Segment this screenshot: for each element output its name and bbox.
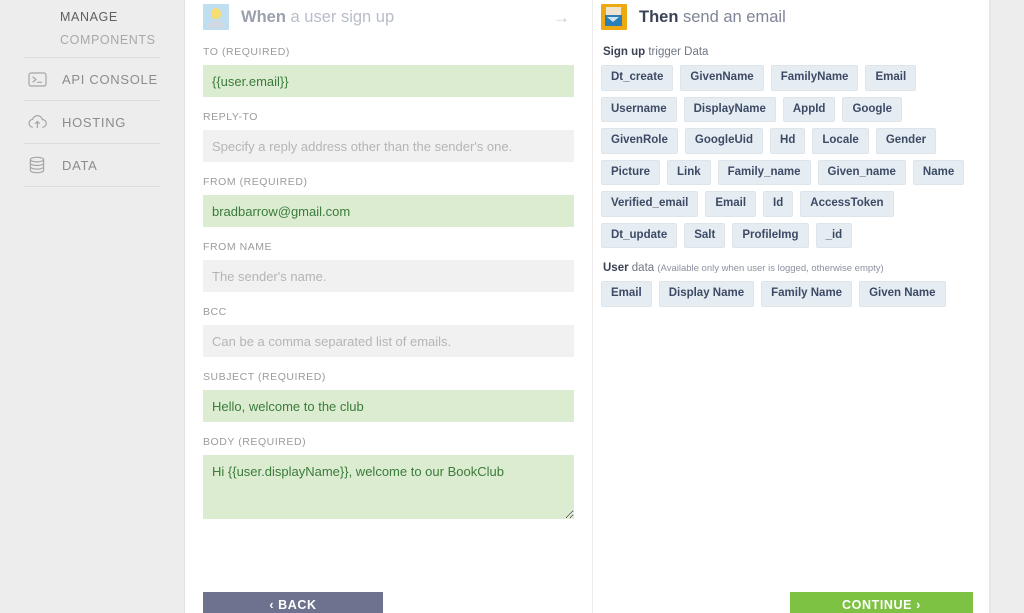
field-label: REPLY-TO <box>203 111 258 123</box>
data-tag[interactable]: _id <box>815 222 853 248</box>
database-icon <box>24 152 50 178</box>
body-field[interactable] <box>203 455 574 519</box>
sidebar-item-hosting[interactable]: HOSTING <box>0 101 184 143</box>
terminal-icon <box>24 66 50 92</box>
trigger-panel-header: When a user sign up → <box>203 0 574 32</box>
data-tokens-column: Then send an email Sign up trigger Data … <box>592 0 989 613</box>
cloud-upload-icon <box>24 109 50 135</box>
data-tag[interactable]: Family_name <box>717 159 811 185</box>
data-tag[interactable]: Locale <box>812 128 869 154</box>
user-data-tag-list: Email Display Name Family Name Given Nam… <box>601 281 975 307</box>
data-tag[interactable]: ProfileImg <box>732 222 809 248</box>
data-tag[interactable]: DisplayName <box>683 96 776 122</box>
bcc-field[interactable] <box>203 325 574 357</box>
page-background-gutter <box>990 0 1024 613</box>
data-tag[interactable]: Link <box>667 159 711 185</box>
continue-button[interactable]: CONTINUE › <box>790 592 973 613</box>
user-data-caption-bold: User <box>603 262 629 274</box>
user-data-tag[interactable]: Email <box>601 281 652 307</box>
sidebar-item-data[interactable]: DATA <box>0 144 184 186</box>
data-tag[interactable]: Email <box>705 191 757 217</box>
user-data-tag[interactable]: Given Name <box>859 281 946 307</box>
action-text: send an email <box>678 7 786 26</box>
trigger-panel-title: When a user sign up <box>241 8 394 27</box>
trigger-data-caption-bold: Sign up <box>603 46 646 58</box>
field-label: SUBJECT (REQUIRED) <box>203 371 326 383</box>
sidebar-item-label: HOSTING <box>62 114 127 130</box>
data-tag[interactable]: Name <box>912 159 965 185</box>
sidebar-item-api-console[interactable]: API CONSOLE <box>0 58 184 100</box>
field-label: FROM NAME <box>203 241 273 253</box>
subject-field[interactable] <box>203 390 574 422</box>
workflow-card: When a user sign up → TO (REQUIRED) REPL… <box>185 0 990 613</box>
data-tag[interactable]: Given_name <box>817 159 906 185</box>
trigger-prefix: When <box>241 7 286 26</box>
data-tag[interactable]: GoogleUid <box>684 128 764 154</box>
trigger-text: a user sign up <box>285 7 395 26</box>
trigger-data-caption: Sign up trigger Data <box>603 46 975 58</box>
sidebar-subheading-components[interactable]: COMPONENTS <box>0 28 184 57</box>
user-data-caption-rest: data <box>628 262 658 274</box>
reply-to-field[interactable] <box>203 130 574 162</box>
data-tag[interactable]: AccessToken <box>800 191 894 217</box>
data-tag[interactable]: Hd <box>770 128 806 154</box>
field-from-name: FROM NAME <box>203 241 574 292</box>
data-tag[interactable]: Dt_create <box>601 65 674 91</box>
from-field[interactable] <box>203 195 574 227</box>
field-label: TO (REQUIRED) <box>203 46 290 58</box>
action-prefix: Then <box>639 7 679 26</box>
field-to: TO (REQUIRED) <box>203 46 574 97</box>
user-data-tag[interactable]: Family Name <box>761 281 853 307</box>
back-button[interactable]: ‹ BACK <box>203 592 383 613</box>
field-body: BODY (REQUIRED) <box>203 436 574 524</box>
trigger-data-tag-list: Dt_create GivenName FamilyName Email Use… <box>601 65 975 248</box>
user-data-caption-note: (Available only when user is logged, oth… <box>657 263 884 274</box>
data-tag[interactable]: Gender <box>875 128 937 154</box>
data-tag[interactable]: AppId <box>782 96 836 122</box>
to-field[interactable] <box>203 65 574 97</box>
data-tag[interactable]: FamilyName <box>770 65 859 91</box>
app-root: MANAGE COMPONENTS API CONSOLE HOSTING DA… <box>0 0 1024 613</box>
field-from: FROM (REQUIRED) <box>203 176 574 227</box>
data-tag[interactable]: GivenRole <box>601 128 678 154</box>
data-tag[interactable]: Username <box>601 96 677 122</box>
user-data-caption: User data (Available only when user is l… <box>603 262 975 274</box>
sidebar-item-label: DATA <box>62 157 98 173</box>
data-tag[interactable]: Dt_update <box>601 222 678 248</box>
sidebar: MANAGE COMPONENTS API CONSOLE HOSTING DA… <box>0 0 185 613</box>
data-tag[interactable]: Google <box>842 96 903 122</box>
data-tag[interactable]: Salt <box>684 222 726 248</box>
next-arrow-icon[interactable]: → <box>553 9 574 26</box>
field-label: BODY (REQUIRED) <box>203 436 307 448</box>
trigger-data-caption-rest: trigger Data <box>645 46 709 58</box>
action-panel-title: Then send an email <box>639 8 786 27</box>
send-email-icon <box>601 4 627 30</box>
action-panel-header: Then send an email <box>601 0 975 32</box>
field-bcc: BCC <box>203 306 574 357</box>
field-reply-to: REPLY-TO <box>203 111 574 162</box>
data-tag[interactable]: Id <box>763 191 794 217</box>
email-form-column: When a user sign up → TO (REQUIRED) REPL… <box>185 0 592 613</box>
field-label: BCC <box>203 306 227 318</box>
sidebar-heading: MANAGE <box>60 10 118 24</box>
sidebar-item-label: API CONSOLE <box>62 71 158 87</box>
from-name-field[interactable] <box>203 260 574 292</box>
field-subject: SUBJECT (REQUIRED) <box>203 371 574 422</box>
user-data-tag[interactable]: Display Name <box>658 281 755 307</box>
data-tag[interactable]: GivenName <box>680 65 764 91</box>
user-signup-icon <box>203 4 229 30</box>
field-label: FROM (REQUIRED) <box>203 176 308 188</box>
data-tag[interactable]: Email <box>865 65 917 91</box>
data-tag[interactable]: Verified_email <box>601 191 699 217</box>
data-tag[interactable]: Picture <box>601 159 660 185</box>
sidebar-divider <box>24 186 160 187</box>
